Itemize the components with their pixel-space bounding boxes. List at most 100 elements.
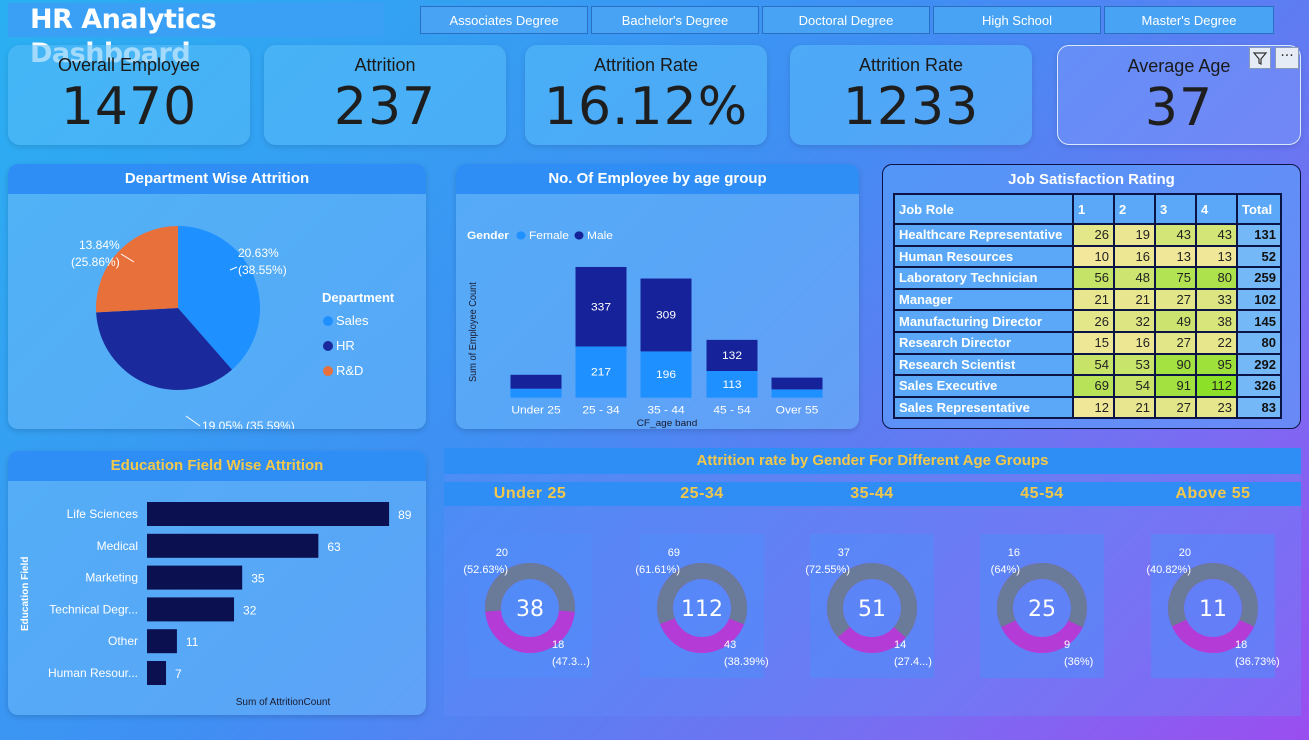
bar-female: [510, 388, 562, 398]
legend-swatch: [516, 231, 526, 240]
rating-cell: 53: [1113, 352, 1156, 377]
job-role-cell: Sales Representative: [893, 395, 1074, 420]
rating-cell: 49: [1154, 309, 1197, 333]
bar-data-label: 32: [243, 603, 257, 617]
kpi-label: Attrition Rate: [858, 55, 964, 75]
bar-female: [771, 389, 823, 398]
slicer-associates[interactable]: Associates Degree: [420, 6, 588, 34]
table-row: Laboratory Technician 56 48 75 80 259: [893, 266, 1282, 290]
total-cell: 326: [1236, 374, 1282, 398]
rating-cell: 27: [1154, 330, 1197, 355]
age-group-header-row: Under 25 25-34 35-44 45-54 Above 55: [444, 482, 1301, 506]
donut-bottom-count: 14: [894, 639, 906, 651]
rating-cell: 21: [1072, 287, 1115, 312]
slicer-doctoral[interactable]: Doctoral Degree: [762, 6, 930, 34]
column-header[interactable]: 3: [1154, 193, 1197, 225]
rating-cell: 26: [1072, 223, 1115, 247]
total-cell: 83: [1236, 395, 1282, 420]
rating-cell: 54: [1113, 374, 1156, 398]
donut-bottom-pct: (27.4...): [894, 656, 932, 668]
panel-title: Job Satisfaction Rating: [1008, 171, 1175, 188]
y-axis-label: Sum of Employee Count: [468, 282, 479, 382]
column-header[interactable]: 4: [1195, 193, 1238, 225]
legend-label: Female: [529, 231, 569, 243]
job-role-cell: Manager: [893, 287, 1074, 312]
pie-data-label: 20.63%: [238, 246, 279, 260]
slicer-masters[interactable]: Master's Degree: [1104, 6, 1274, 34]
slicer-bachelors[interactable]: Bachelor's Degree: [591, 6, 759, 34]
pie-data-label: 13.84%: [79, 238, 120, 252]
rating-cell: 112: [1195, 374, 1238, 398]
edu-bar: [147, 661, 167, 685]
age-group-header: 25-34: [680, 485, 724, 502]
edu-bar: [147, 502, 390, 526]
donut-total: 25: [1028, 597, 1056, 622]
edu-bar: [147, 629, 177, 654]
department-attrition-panel: Department Wise Attrition 20.63% (38.55%)…: [8, 164, 426, 429]
job-satisfaction-panel: Job Satisfaction Rating Job Role 1 2 3 4 Tota…: [882, 164, 1301, 429]
kpi-label: Overall Employee: [57, 55, 201, 75]
job-role-cell: Research Director: [893, 330, 1074, 355]
table-row: Sales Executive 69 54 91 112 326: [893, 374, 1282, 398]
total-cell: 80: [1236, 330, 1282, 355]
pie-data-label: 19.05% (35.59%): [202, 419, 295, 429]
x-tick-label: Over 55: [776, 405, 819, 417]
job-role-cell: Laboratory Technician: [893, 266, 1074, 290]
table-row: Manufacturing Director 26 32 49 38 145: [893, 309, 1282, 333]
legend-swatch: [323, 341, 333, 351]
kpi-value: 37: [1144, 78, 1214, 138]
column-header[interactable]: Total: [1236, 193, 1282, 225]
total-cell: 259: [1236, 266, 1282, 290]
rating-cell: 48: [1113, 266, 1156, 290]
gender-donut-chart: 25 16 (64%) 9 (36%): [991, 547, 1094, 668]
donut-bottom-pct: (47.3...): [552, 656, 590, 668]
rating-cell: 75: [1154, 266, 1197, 290]
rating-cell: 10: [1072, 244, 1115, 269]
slicer-high-school[interactable]: High School: [933, 6, 1101, 34]
legend-swatch: [574, 231, 584, 240]
donut-top-pct: (61.61%): [635, 564, 680, 576]
x-tick-label: 45 - 54: [713, 405, 751, 417]
more-options-icon[interactable]: ···: [1275, 47, 1299, 69]
rating-cell: 16: [1113, 244, 1156, 269]
bar-data-label: 7: [175, 667, 182, 681]
rating-cell: 54: [1072, 352, 1115, 377]
column-header[interactable]: 2: [1113, 193, 1156, 225]
table-row: Research Scientist 54 53 90 95 292: [893, 352, 1282, 377]
rating-cell: 33: [1195, 287, 1238, 312]
age-group-header: Under 25: [493, 485, 567, 502]
total-cell: 52: [1236, 244, 1282, 269]
y-tick-label: Other: [108, 634, 138, 648]
bar-data-label: 196: [656, 370, 676, 382]
x-axis-label: CF_age band: [637, 419, 698, 429]
rating-cell: 21: [1113, 287, 1156, 312]
rating-cell: 27: [1154, 287, 1197, 312]
education-bar-chart: Life Sciences 89 Medical 63 Marketing 35 Techn…: [20, 502, 412, 708]
y-tick-label: Life Sciences: [67, 507, 138, 521]
age-group-bar-chart: Gender Female Male Sum of Employee Count Und…: [467, 231, 823, 429]
rating-cell: 21: [1113, 395, 1156, 420]
department-pie-chart: 20.63% (38.55%) 19.05% (35.59%) 13.84% (25.8…: [71, 226, 395, 429]
age-group-header: 45-54: [1020, 485, 1064, 502]
bar-data-label: 63: [327, 540, 341, 554]
donut-bottom-pct: (36.73%): [1235, 656, 1280, 668]
age-group-panel: No. Of Employee by age group Gender Femal…: [456, 164, 859, 429]
pie-data-label: (25.86%): [71, 255, 120, 269]
bar-male: [771, 377, 823, 390]
filter-icon[interactable]: [1249, 47, 1271, 69]
x-tick-label: 35 - 44: [647, 405, 685, 417]
legend-label: Sales: [336, 313, 369, 328]
y-axis-label: Education Field: [20, 557, 31, 631]
donut-top-count: 16: [1008, 547, 1020, 559]
rating-cell: 12: [1072, 395, 1115, 420]
column-header[interactable]: Job Role: [893, 193, 1074, 225]
donut-bottom-count: 18: [1235, 639, 1247, 651]
donut-top-count: 20: [1179, 547, 1191, 559]
legend-swatch: [323, 316, 333, 326]
donut-bottom-count: 9: [1064, 639, 1070, 651]
bar-data-label: 11: [186, 635, 199, 649]
column-header[interactable]: 1: [1072, 193, 1115, 225]
edu-bar: [147, 533, 319, 558]
rating-cell: 90: [1154, 352, 1197, 377]
job-role-cell: Research Scientist: [893, 352, 1074, 377]
